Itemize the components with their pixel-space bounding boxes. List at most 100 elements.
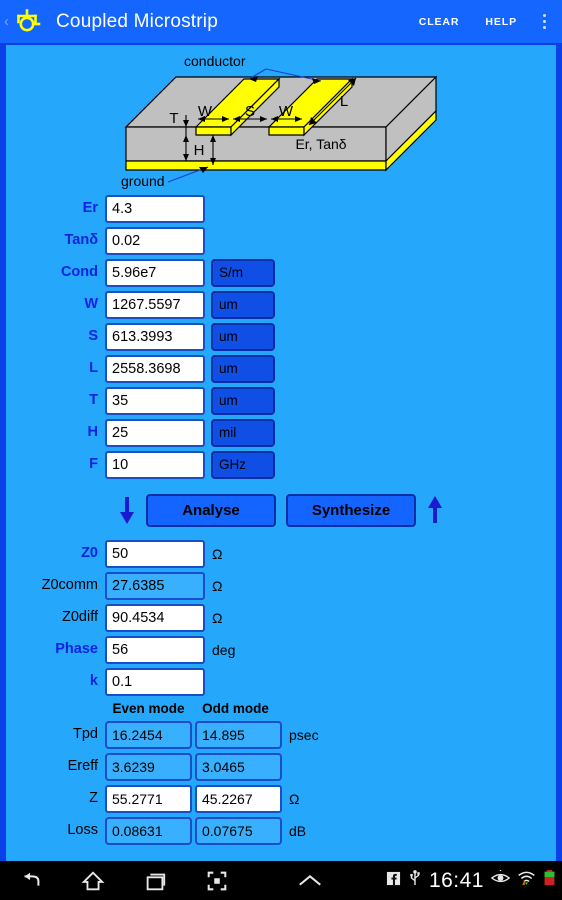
mode-label-z: Z: [89, 790, 98, 807]
status-clock: 16:41: [428, 868, 484, 892]
output-row-z0comm: Z0comm 27.6385 Ω: [6, 570, 556, 601]
svg-text:ground: ground: [121, 173, 165, 189]
output-field-z0comm[interactable]: 27.6385: [105, 571, 205, 600]
odd-mode-field-tpd[interactable]: 14.895: [195, 720, 282, 749]
facebook-notification-icon[interactable]: [386, 871, 401, 891]
input-field-w[interactable]: 1267.5597: [105, 290, 205, 319]
input-row-t: T 35 um: [6, 385, 556, 416]
input-field-s[interactable]: 613.3993: [105, 322, 205, 351]
nav-expand-icon[interactable]: [234, 871, 386, 891]
odd-mode-field-εreff[interactable]: 3.0465: [195, 752, 282, 781]
output-unit-z0comm: Ω: [212, 577, 223, 594]
output-field-z0diff[interactable]: 90.4534: [105, 603, 205, 632]
even-mode-field-z[interactable]: 55.2771: [105, 784, 192, 813]
mode-rows: Tpd 16.2454 14.895 psec Εreff 3.6239 3.0465 Z 55…: [6, 719, 556, 846]
usb-icon: [408, 869, 422, 892]
output-field-z0[interactable]: 50: [105, 539, 205, 568]
unit-button-cond[interactable]: S/m: [211, 258, 275, 287]
input-label-f: F: [89, 456, 98, 473]
output-rows: Z0 50 Ω Z0comm 27.6385 Ω Z0diff 90.4534 Ω Phase 56…: [6, 538, 556, 697]
output-field-phase[interactable]: 56: [105, 635, 205, 664]
even-mode-field-loss[interactable]: 0.08631: [105, 816, 192, 845]
input-field-εr[interactable]: 4.3: [105, 194, 205, 223]
input-field-cond[interactable]: 5.96e7: [105, 258, 205, 287]
input-form: Εr 4.3 Tanδ 0.02 Cond 5.96e7 S/m W 1267.5597 um S 6…: [6, 189, 556, 846]
mode-row-εreff: Εreff 3.6239 3.0465: [6, 751, 556, 782]
unit-button-w[interactable]: um: [211, 290, 275, 319]
input-field-t[interactable]: 35: [105, 386, 205, 415]
odd-mode-header: Odd mode: [202, 700, 269, 716]
page-title: Coupled Microstrip: [56, 10, 218, 32]
odd-mode-field-loss[interactable]: 0.07675: [195, 816, 282, 845]
mode-unit-loss: dB: [289, 822, 307, 839]
input-row-f: F 10 GHz: [6, 449, 556, 480]
input-label-tanδ: Tanδ: [64, 232, 99, 249]
app-logo-icon[interactable]: [10, 5, 44, 39]
synthesize-button[interactable]: Synthesize: [286, 493, 416, 527]
input-row-s: S 613.3993 um: [6, 321, 556, 352]
mode-table-header: Even mode Odd mode: [6, 698, 556, 718]
unit-button-f[interactable]: GHz: [211, 450, 275, 479]
mode-label-loss: Loss: [67, 822, 98, 839]
wifi-icon: [517, 870, 536, 891]
mode-label-εreff: Εreff: [67, 758, 98, 775]
mode-unit-tpd: psec: [289, 726, 319, 743]
svg-text:W: W: [198, 103, 213, 120]
unit-button-l[interactable]: um: [211, 354, 275, 383]
output-field-k[interactable]: 0.1: [105, 667, 205, 696]
action-button-row: Analyse Synthesize: [6, 488, 556, 532]
help-button[interactable]: HELP: [472, 2, 530, 42]
input-label-h: H: [87, 424, 98, 441]
system-nav-bar: 16:41: [0, 861, 562, 900]
mode-row-z: Z 55.2771 45.2267 Ω: [6, 783, 556, 814]
svg-text:W: W: [279, 103, 294, 120]
input-field-tanδ[interactable]: 0.02: [105, 226, 205, 255]
output-label-k: k: [89, 673, 98, 690]
clear-button[interactable]: CLEAR: [406, 2, 473, 42]
nav-recents-icon[interactable]: [138, 866, 172, 896]
output-unit-z0: Ω: [212, 545, 223, 562]
unit-button-h[interactable]: mil: [211, 418, 275, 447]
input-rows: Εr 4.3 Tanδ 0.02 Cond 5.96e7 S/m W 1267.5597 um S 6…: [6, 193, 556, 480]
mode-unit-z: Ω: [289, 790, 300, 807]
output-unit-z0diff: Ω: [212, 609, 223, 626]
nav-left-group: [0, 866, 234, 896]
input-field-f[interactable]: 10: [105, 450, 205, 479]
input-label-w: W: [84, 296, 98, 313]
status-icons-group: 16:41: [386, 869, 562, 893]
overflow-menu-icon[interactable]: [530, 0, 558, 43]
svg-text:conductor: conductor: [184, 53, 246, 69]
unit-button-t[interactable]: um: [211, 386, 275, 415]
mode-row-tpd: Tpd 16.2454 14.895 psec: [6, 719, 556, 750]
input-field-h[interactable]: 25: [105, 418, 205, 447]
input-row-εr: Εr 4.3: [6, 193, 556, 224]
mode-row-loss: Loss 0.08631 0.07675 dB: [6, 815, 556, 846]
even-mode-field-εreff[interactable]: 3.6239: [105, 752, 192, 781]
nav-back-icon[interactable]: [14, 866, 48, 896]
odd-mode-field-z[interactable]: 45.2267: [195, 784, 282, 813]
input-field-l[interactable]: 2558.3698: [105, 354, 205, 383]
input-row-tanδ: Tanδ 0.02: [6, 225, 556, 256]
input-label-cond: Cond: [60, 264, 98, 281]
output-row-k: k 0.1: [6, 666, 556, 697]
input-row-cond: Cond 5.96e7 S/m: [6, 257, 556, 288]
battery-icon: [543, 869, 556, 892]
content-area: conductor ground W S W T H L Εr, Tanδ Εr…: [0, 43, 562, 861]
svg-text:S: S: [245, 103, 255, 120]
arrow-up-icon: [426, 495, 444, 525]
back-chevron-icon[interactable]: ‹: [0, 14, 10, 29]
svg-text:T: T: [169, 110, 178, 127]
output-row-z0diff: Z0diff 90.4534 Ω: [6, 602, 556, 633]
eye-icon: [490, 869, 511, 891]
nav-screenshot-icon[interactable]: [200, 866, 234, 896]
input-row-l: L 2558.3698 um: [6, 353, 556, 384]
nav-home-icon[interactable]: [76, 866, 110, 896]
unit-button-s[interactable]: um: [211, 322, 275, 351]
input-label-l: L: [89, 360, 98, 377]
analyse-button[interactable]: Analyse: [146, 493, 276, 527]
output-row-phase: Phase 56 deg: [6, 634, 556, 665]
coupled-microstrip-3d-diagram: conductor ground W S W T H L Εr, Tanδ: [6, 49, 556, 189]
output-label-z0diff: Z0diff: [61, 609, 98, 626]
even-mode-field-tpd[interactable]: 16.2454: [105, 720, 192, 749]
app-root: ‹ Coupled Microstrip CLEAR HELP conducto…: [0, 0, 562, 900]
